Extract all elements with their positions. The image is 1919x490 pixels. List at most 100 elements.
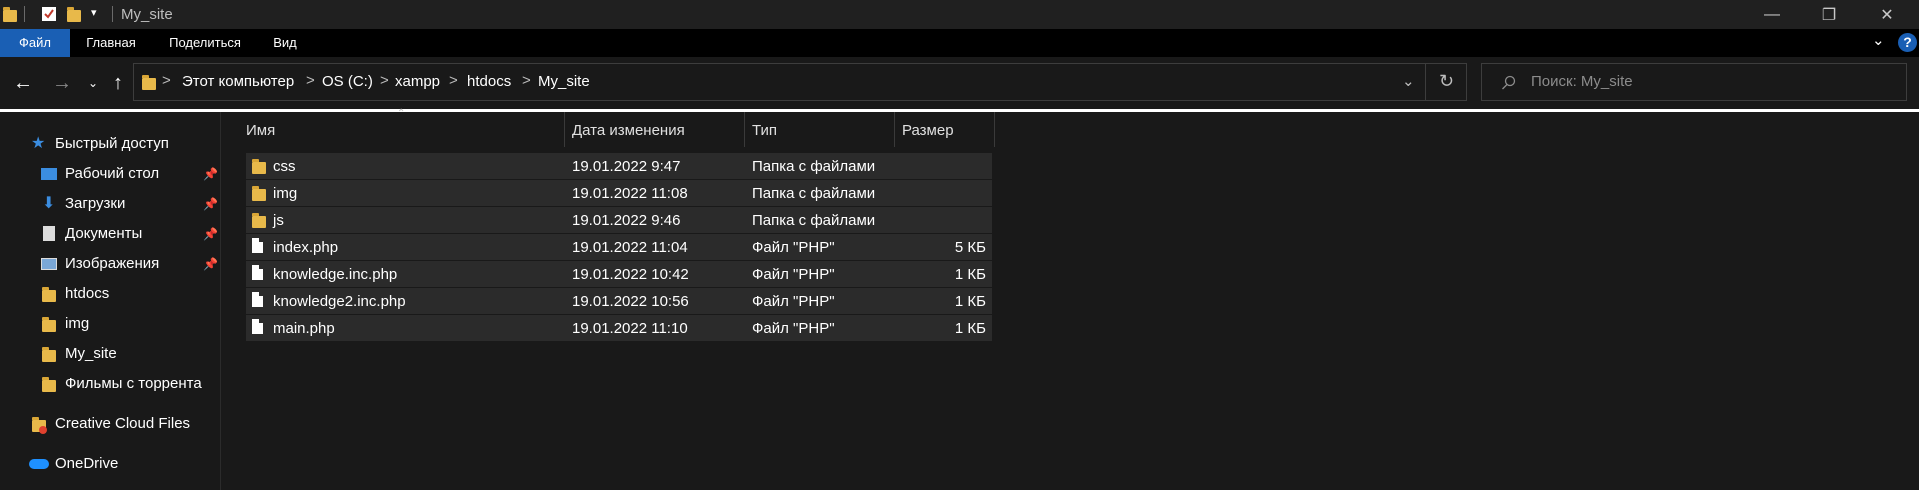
expand-ribbon-icon[interactable]: ⌄ (1872, 31, 1885, 49)
file-date: 19.01.2022 10:42 (572, 266, 689, 283)
breadcrumb-separator[interactable]: > (306, 72, 315, 89)
tab-file[interactable]: Файл (0, 29, 70, 57)
downloads-icon: ⬇ (42, 195, 56, 212)
folder-icon (252, 159, 266, 174)
divider (24, 6, 25, 22)
column-header-type[interactable]: Тип (752, 119, 777, 143)
pin-icon[interactable]: 📌 (203, 251, 218, 277)
file-date: 19.01.2022 11:08 (572, 185, 688, 202)
breadcrumb-my-site[interactable]: My_site (538, 73, 590, 90)
column-divider[interactable] (894, 112, 895, 147)
tab-view[interactable]: Вид (265, 29, 305, 57)
table-row[interactable]: js 19.01.2022 9:46 Папка с файлами (246, 207, 992, 233)
refresh-icon[interactable]: ↻ (1439, 71, 1454, 92)
folder-icon (42, 317, 56, 332)
search-placeholder: Поиск: My_site (1531, 73, 1633, 90)
file-list: ⌃ Имя Дата изменения Тип Размер css 19.0… (222, 108, 1919, 490)
pin-icon[interactable]: 📌 (203, 221, 218, 247)
file-name: knowledge.inc.php (273, 266, 398, 283)
table-row[interactable]: css 19.01.2022 9:47 Папка с файлами (246, 153, 992, 179)
address-bar[interactable]: > Этот компьютер > OS (C:) > xampp > htd… (133, 63, 1467, 101)
forward-button[interactable]: → (50, 70, 74, 96)
sidebar-item-label: OneDrive (55, 455, 119, 472)
file-name: index.php (273, 239, 339, 256)
php-file-icon (252, 319, 263, 334)
column-divider[interactable] (564, 112, 565, 147)
table-row[interactable]: knowledge2.inc.php 19.01.2022 10:56 Файл… (246, 288, 992, 314)
table-row[interactable]: img 19.01.2022 11:08 Папка с файлами (246, 180, 992, 206)
breadcrumb-separator[interactable]: > (162, 72, 171, 89)
file-type: Файл "PHP" (752, 293, 835, 310)
sidebar-item-downloads[interactable]: ⬇ Загрузки 📌 (41, 191, 221, 217)
up-button[interactable]: ↑ (106, 70, 130, 96)
column-header-name[interactable]: Имя (246, 119, 275, 143)
folder-icon (252, 186, 266, 201)
column-header-size[interactable]: Размер (902, 119, 954, 143)
pin-icon[interactable]: 📌 (203, 161, 218, 187)
breadcrumb-htdocs[interactable]: htdocs (467, 73, 511, 90)
file-date: 19.01.2022 10:56 (572, 293, 689, 310)
column-divider[interactable] (744, 112, 745, 147)
search-input[interactable]: Поиск: My_site (1481, 63, 1907, 101)
folder-icon (42, 347, 56, 362)
quick-access-toolbar-dropdown-icon[interactable]: ▾ (91, 6, 97, 19)
file-name: knowledge2.inc.php (273, 293, 406, 310)
sidebar-item-label: My_site (65, 345, 117, 362)
tab-share[interactable]: Поделиться (160, 29, 250, 57)
back-button[interactable]: ← (11, 70, 35, 96)
desktop-icon (41, 168, 57, 180)
close-button[interactable]: ✕ (1864, 0, 1910, 29)
new-folder-icon[interactable] (67, 7, 81, 22)
file-size: 1 КБ (954, 266, 986, 283)
file-name: css (273, 158, 296, 175)
divider (1425, 64, 1426, 100)
sidebar-item-label: htdocs (65, 285, 110, 302)
breadcrumb-drive-c[interactable]: OS (C:) (322, 73, 373, 90)
column-divider[interactable] (994, 112, 995, 147)
sidebar-item-quick-access[interactable]: ★ Быстрый доступ (31, 131, 169, 157)
minimize-button[interactable]: — (1749, 0, 1795, 29)
pin-icon[interactable]: 📌 (203, 191, 218, 217)
php-file-icon (252, 292, 263, 307)
file-date: 19.01.2022 11:04 (572, 239, 688, 256)
php-file-icon (252, 265, 263, 280)
star-icon: ★ (31, 135, 46, 152)
sidebar-item-pictures[interactable]: Изображения 📌 (41, 251, 221, 277)
window-title: My_site (121, 6, 173, 23)
table-row[interactable]: main.php 19.01.2022 11:10 Файл "PHP" 1 К… (246, 315, 992, 341)
maximize-button[interactable]: ❐ (1806, 0, 1852, 29)
sidebar-item-label: img (65, 315, 90, 332)
table-row[interactable]: knowledge.inc.php 19.01.2022 10:42 Файл … (246, 261, 992, 287)
column-header-date[interactable]: Дата изменения (572, 119, 685, 143)
file-name: main.php (273, 320, 335, 337)
ribbon-tabs: Файл Главная Поделиться Вид ⌄ ? (0, 29, 1919, 57)
sidebar-item-label: Быстрый доступ (55, 135, 169, 152)
folder-icon (252, 213, 266, 228)
sidebar-item-desktop[interactable]: Рабочий стол 📌 (41, 161, 221, 187)
table-row[interactable]: index.php 19.01.2022 11:04 Файл "PHP" 5 … (246, 234, 992, 260)
sidebar-item-label: Рабочий стол (65, 165, 160, 182)
help-button[interactable]: ? (1898, 33, 1917, 52)
title-bar: ▾ My_site — ❐ ✕ (0, 0, 1919, 29)
file-date: 19.01.2022 9:47 (572, 158, 681, 175)
tab-home[interactable]: Главная (78, 29, 144, 57)
breadcrumb-separator[interactable]: > (449, 72, 458, 89)
breadcrumb-this-pc[interactable]: Этот компьютер (182, 73, 294, 90)
address-history-chevron-down-icon[interactable]: ⌄ (1402, 72, 1415, 90)
breadcrumb-separator[interactable]: > (380, 72, 389, 89)
file-type: Файл "PHP" (752, 239, 835, 256)
search-icon (1502, 75, 1516, 90)
file-type: Папка с файлами (752, 158, 876, 175)
breadcrumb-xampp[interactable]: xampp (395, 73, 440, 90)
creative-cloud-badge-icon (39, 426, 47, 434)
navigation-pane: ★ Быстрый доступ Рабочий стол 📌 ⬇ Загруз… (0, 112, 221, 490)
file-name: img (273, 185, 298, 202)
php-file-icon (252, 238, 263, 253)
recent-locations-chevron-down-icon[interactable]: ⌄ (81, 70, 105, 96)
folder-icon (42, 287, 56, 302)
sidebar-item-documents[interactable]: Документы 📌 (41, 221, 221, 247)
file-size: 1 КБ (954, 320, 986, 337)
sidebar-item-label: Фильмы с торрента (65, 375, 202, 392)
properties-icon[interactable] (41, 6, 57, 22)
breadcrumb-separator[interactable]: > (522, 72, 531, 89)
